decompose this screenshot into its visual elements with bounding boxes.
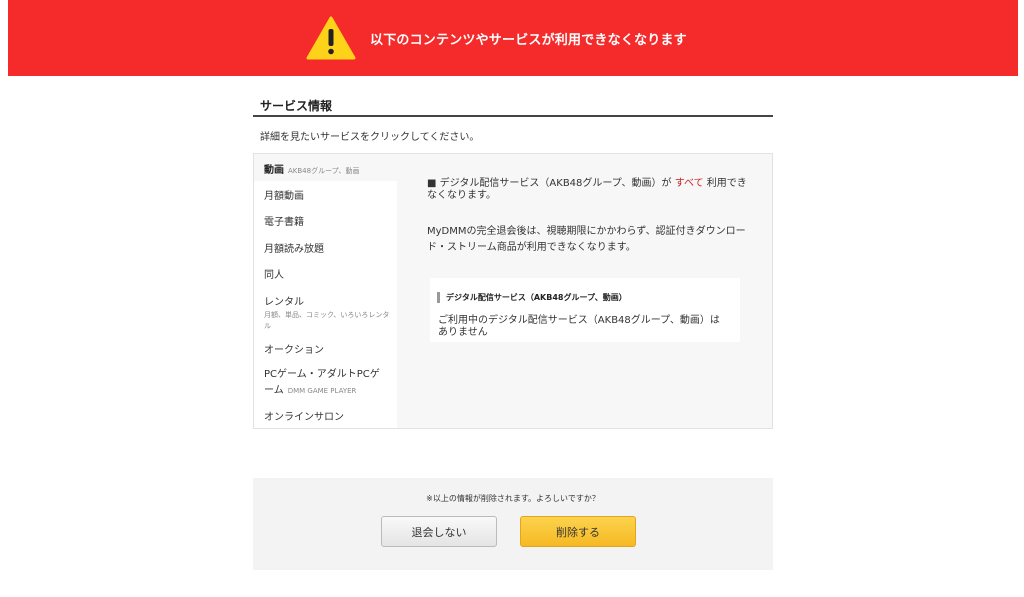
menu-item-monthly-video[interactable]: 月額動画 xyxy=(264,187,304,202)
menu-item-label: 動画 xyxy=(264,165,284,176)
notice-accent-bar xyxy=(437,292,440,303)
service-lead: ■ デジタル配信サービス（AKB48グループ、動画）が すべて 利用できなくなり… xyxy=(427,178,747,202)
service-menu: 動画 AKB48グループ、動画 月額動画 電子書籍 月額読み放題 同人 レンタル … xyxy=(254,154,397,428)
menu-item-ebook[interactable]: 電子書籍 xyxy=(264,213,304,228)
menu-item-online-salon[interactable]: オンラインサロン xyxy=(264,408,344,423)
menu-item-sub: 月額、単品、コミック、いろいろレンタル xyxy=(264,311,390,330)
menu-item-label: レンタル xyxy=(264,297,304,308)
notice-box: デジタル配信サービス（AKB48グループ、動画） ご利用中のデジタル配信サービス… xyxy=(430,278,740,342)
service-paragraph: MyDMMの完全退会後は、視聴期限にかかわらず、認証付きダウンロード・ストリーム… xyxy=(427,226,746,253)
menu-item-sub: DMM GAME PLAYER xyxy=(287,387,357,395)
menu-item-auction[interactable]: オークション xyxy=(264,341,324,356)
service-panel: 動画 AKB48グループ、動画 月額動画 電子書籍 月額読み放題 同人 レンタル … xyxy=(253,153,773,429)
lead-emphasis: すべて xyxy=(674,178,704,189)
confirm-area: ※以上の情報が削除されます。よろしいですか？ 退会しない 削除する xyxy=(253,478,773,570)
warning-icon xyxy=(306,16,356,60)
lead-prefix: ■ デジタル配信サービス（AKB48グループ、動画）が xyxy=(427,178,672,189)
menu-item-label: オークション xyxy=(264,345,324,356)
menu-item-label: 同人 xyxy=(264,270,284,281)
banner-text: 以下のコンテンツやサービスが利用できなくなります xyxy=(370,33,687,48)
confirm-text: ※以上の情報が削除されます。よろしいですか？ xyxy=(426,494,600,503)
menu-item-doujin[interactable]: 同人 xyxy=(264,266,284,281)
section-title: サービス情報 xyxy=(260,99,333,113)
menu-item-sub: AKB48グループ、動画 xyxy=(288,167,360,175)
delete-button[interactable]: 削除する xyxy=(520,516,636,547)
menu-item-label: オンラインサロン xyxy=(264,412,344,423)
notice-title: デジタル配信サービス（AKB48グループ、動画） xyxy=(446,293,627,302)
menu-item-label: 月額動画 xyxy=(264,191,304,202)
menu-item-rental[interactable]: レンタル 月額、単品、コミック、いろいろレンタル xyxy=(264,293,392,332)
section-description: 詳細を見たいサービスをクリックしてください。 xyxy=(260,132,480,143)
warning-banner: 以下のコンテンツやサービスが利用できなくなります xyxy=(8,0,1018,76)
menu-item-monthly-reading[interactable]: 月額読み放題 xyxy=(264,240,324,255)
menu-item-label: 電子書籍 xyxy=(264,217,304,228)
menu-item-label: 月額読み放題 xyxy=(264,244,324,255)
cancel-withdraw-button[interactable]: 退会しない xyxy=(381,516,497,547)
notice-body: ご利用中のデジタル配信サービス（AKB48グループ、動画）はありません xyxy=(438,315,720,338)
menu-item-video[interactable]: 動画 AKB48グループ、動画 xyxy=(264,161,359,176)
service-detail: ■ デジタル配信サービス（AKB48グループ、動画）が すべて 利用できなくなり… xyxy=(427,178,747,253)
section-divider xyxy=(253,115,773,117)
menu-item-pc-game[interactable]: PCゲーム・アダルトPCゲーム DMM GAME PLAYER xyxy=(264,367,389,399)
